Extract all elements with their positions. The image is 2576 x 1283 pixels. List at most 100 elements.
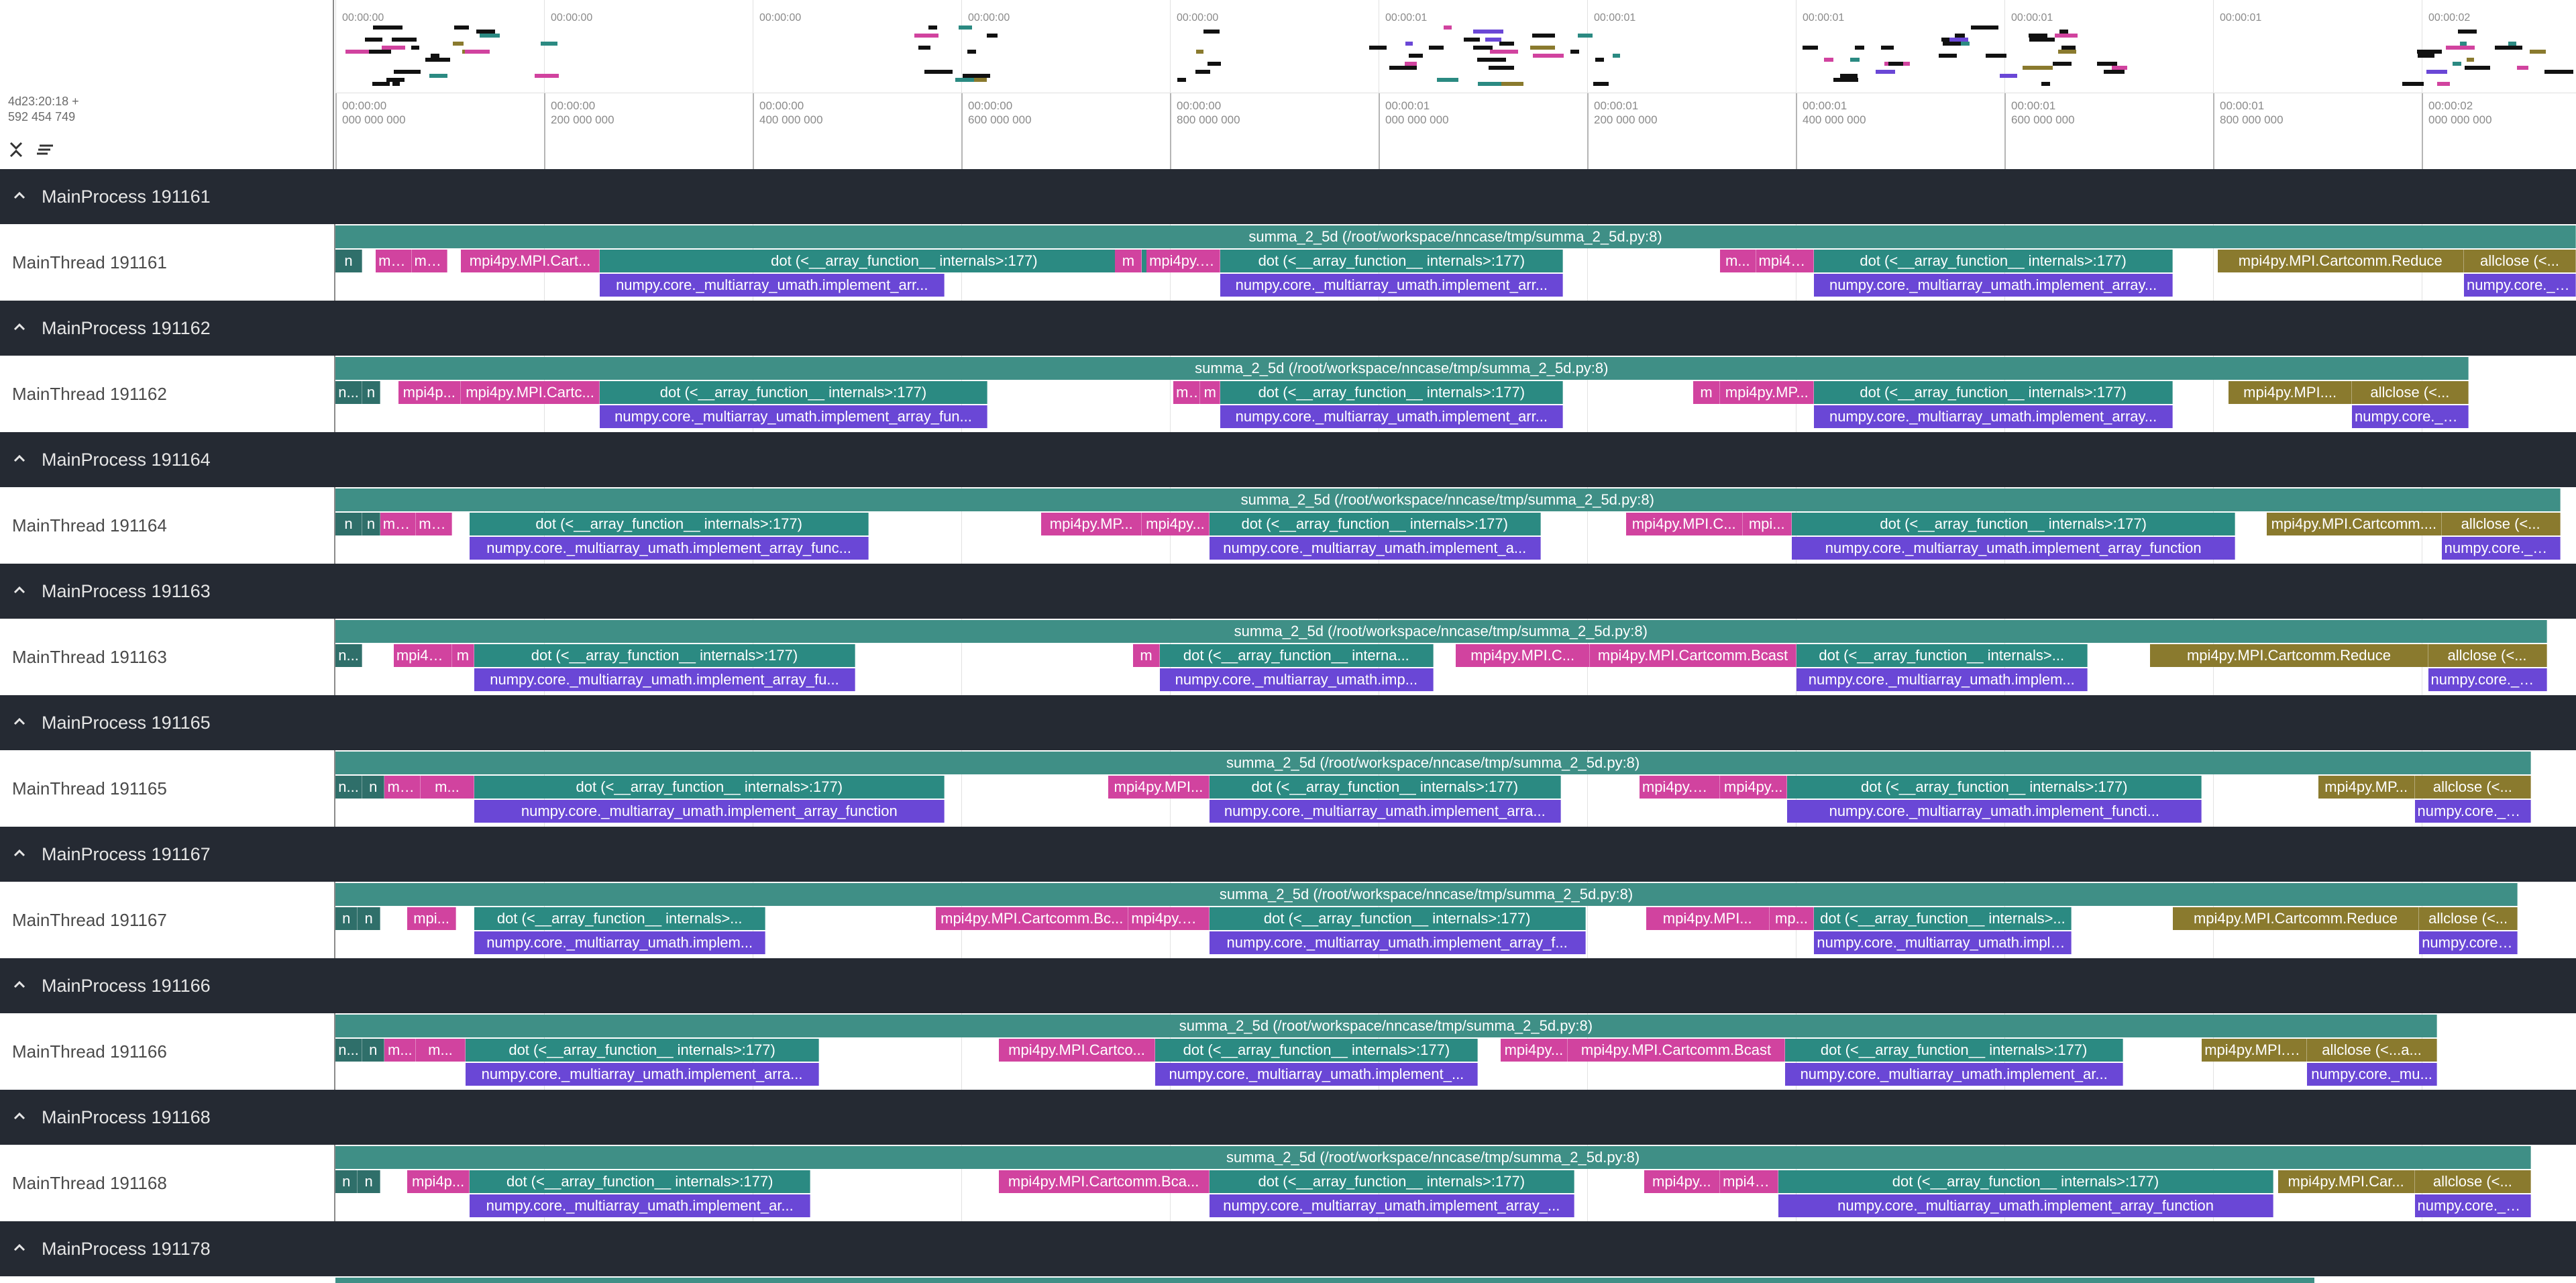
slice-area[interactable]: summa_2_5d (/root/workspace/nncase/tmp/s…: [335, 1013, 2576, 1090]
chevron-up-icon[interactable]: [12, 1107, 32, 1128]
trace-slice[interactable]: allclose (<...: [2428, 644, 2547, 667]
trace-slice[interactable]: mpi4py.MPI.Cartcomm.Bcast: [1568, 1039, 1785, 1062]
trace-slice[interactable]: mpi4py.MPI.Cartc...: [461, 381, 600, 404]
trace-slice[interactable]: mp...: [384, 776, 421, 799]
trace-slice[interactable]: m...: [384, 1039, 417, 1062]
trace-slice[interactable]: mpi4py.MPI.C...: [1456, 644, 1591, 667]
trace-slice[interactable]: mpi4py...: [1500, 1039, 1568, 1062]
trace-slice[interactable]: numpy.core._...: [2419, 931, 2518, 954]
trace-slice[interactable]: mpi4p...: [407, 1170, 470, 1193]
trace-slice[interactable]: mpi4py.MPI.Cartco...: [998, 1039, 1156, 1062]
trace-slice[interactable]: mpi4p...: [1720, 1170, 1778, 1193]
trace-slice[interactable]: m: [1200, 381, 1221, 404]
trace-slice[interactable]: m...: [416, 1039, 466, 1062]
chevron-up-icon[interactable]: [12, 1239, 32, 1260]
trace-slice[interactable]: mpi4py.MPI.Cartcomm.Bc...: [936, 907, 1129, 930]
trace-slice[interactable]: mpi...: [1742, 513, 1792, 535]
trace-slice[interactable]: mpi...: [407, 907, 457, 930]
trace-slice[interactable]: numpy.core._m...: [2428, 668, 2547, 691]
trace-slice[interactable]: mpi4py.M...: [1146, 250, 1221, 272]
process-header[interactable]: MainProcess 191163: [0, 564, 2576, 619]
process-header[interactable]: MainProcess 191178: [0, 1221, 2576, 1276]
trace-slice[interactable]: mpi4py.M...: [1639, 776, 1721, 799]
trace-slice[interactable]: n...: [335, 381, 363, 404]
trace-slice[interactable]: mpi4py.MPI.Cartcomm.Reduce: [2217, 250, 2464, 272]
trace-slice[interactable]: numpy.core._multiarray_umath.implem...: [474, 931, 766, 954]
trace-slice[interactable]: numpy.core._multiarray_umath.implement_a…: [600, 405, 987, 428]
trace-slice[interactable]: mpi4p...: [398, 381, 462, 404]
trace-slice[interactable]: dot (<__array_function__ internals>:177): [1778, 1170, 2274, 1193]
trace-slice[interactable]: allclose (<...a...: [2307, 1039, 2437, 1062]
trace-slice[interactable]: mpi4py.M...: [1128, 907, 1210, 930]
trace-slice[interactable]: mpi4py...: [1756, 250, 1815, 272]
trace-slice[interactable]: numpy.core._multiarray_umath.imp...: [1160, 668, 1434, 691]
slice-area[interactable]: summa_2_5d (/root/workspace/nncase/tmp/s…: [335, 356, 2576, 432]
slice-area[interactable]: summa_2_5d (/root/workspace/nncase/tmp/s…: [335, 1145, 2576, 1221]
slice-area[interactable]: summa_2_5d (/root/workspace/nncase/tmp/s…: [335, 224, 2576, 301]
trace-slice[interactable]: n...: [335, 1039, 363, 1062]
trace-slice[interactable]: mpi4py.MP...: [1720, 381, 1815, 404]
trace-slice[interactable]: numpy.core._multiarray_umath.implement_a…: [1814, 274, 2173, 297]
chevron-up-icon[interactable]: [12, 713, 32, 733]
trace-slice[interactable]: mpi4py...: [1720, 776, 1788, 799]
process-header[interactable]: MainProcess 191164: [0, 432, 2576, 487]
slice-area[interactable]: summa_2_5d (/root/workspace/nncase/tmp/s…: [335, 619, 2576, 695]
trace-slice[interactable]: dot (<__array_function__ internals>:177): [1787, 776, 2202, 799]
trace-slice[interactable]: numpy.core._multiarray_umath.implem...: [1796, 668, 2088, 691]
trace-slice[interactable]: numpy.core._multiarray_umath.implement_f…: [1787, 800, 2202, 823]
trace-slice[interactable]: mpi4py.MPI.C...: [2202, 1039, 2308, 1062]
trace-slice[interactable]: summa_2_5d (/root/workspace/nncase/tmp/s…: [335, 225, 2576, 248]
trace-slice[interactable]: summa_2_5d (/root/workspace/nncase/tmp/s…: [335, 883, 2518, 906]
trace-slice[interactable]: dot (<__array_function__ internals>:177): [465, 1039, 820, 1062]
trace-slice[interactable]: n: [362, 1039, 385, 1062]
trace-slice[interactable]: mp...: [416, 513, 452, 535]
slice-area[interactable]: summa_2_5d (/root/workspace/nncase/tmp/s…: [335, 750, 2576, 827]
trace-slice[interactable]: numpy.core._multiarray_umath.implement_a…: [470, 537, 869, 560]
process-header[interactable]: MainProcess 191165: [0, 695, 2576, 750]
trace-slice[interactable]: mpi4py.MPI.Cart...: [461, 250, 600, 272]
trace-slice[interactable]: n: [358, 1170, 380, 1193]
trace-slice[interactable]: numpy.core._multiarray_umath.implement_a…: [1220, 274, 1564, 297]
trace-slice[interactable]: numpy.core._multiarray_umath.implement_a…: [474, 668, 855, 691]
trace-slice[interactable]: n: [335, 907, 358, 930]
trace-slice[interactable]: dot (<__array_function__ internals>:177): [600, 381, 987, 404]
trace-slice[interactable]: mpi4p...: [393, 644, 452, 667]
trace-slice[interactable]: mp...: [1769, 907, 1815, 930]
trace-slice[interactable]: allclose (<...: [2414, 1170, 2532, 1193]
trace-slice[interactable]: n: [358, 907, 380, 930]
trace-slice[interactable]: mpi4py.MPI.Car...: [2277, 1170, 2415, 1193]
trace-slice[interactable]: numpy.core._mu...: [2307, 1063, 2437, 1086]
trace-slice[interactable]: mpi4py.MPI.C...: [1625, 513, 1743, 535]
trace-slice[interactable]: dot (<__array_function__ internals>:177): [1220, 250, 1564, 272]
trace-slice[interactable]: n...: [335, 644, 363, 667]
trace-slice[interactable]: numpy.core._m...: [2414, 800, 2532, 823]
trace-slice[interactable]: m: [1133, 644, 1161, 667]
trace-slice[interactable]: n: [335, 250, 363, 272]
process-header[interactable]: MainProcess 191168: [0, 1090, 2576, 1145]
trace-slice[interactable]: mpi4py.MP...: [2318, 776, 2415, 799]
trace-slice[interactable]: numpy.core._multiarray_umath.implement_a…: [1220, 405, 1564, 428]
trace-slice[interactable]: dot (<__array_function__ internals>:177): [1209, 1170, 1574, 1193]
trace-slice[interactable]: dot (<__array_function__ internals>:177): [1792, 513, 2236, 535]
trace-slice[interactable]: dot (<__array_function__ interna...: [1160, 644, 1434, 667]
chevron-up-icon[interactable]: [12, 187, 32, 207]
trace-slice[interactable]: summa_2_5d (/root/workspace/nncase/tmp/s…: [335, 620, 2547, 643]
trace-slice[interactable]: summa_2_5d (/root/workspace/nncase/tmp/s…: [335, 752, 2532, 774]
trace-slice[interactable]: n...: [335, 776, 363, 799]
trace-slice[interactable]: mpi4py...: [1142, 513, 1210, 535]
trace-slice[interactable]: numpy.core._multiarray_umath.implement_a…: [1209, 537, 1541, 560]
trace-slice[interactable]: n: [335, 1170, 358, 1193]
trace-slice[interactable]: dot (<__array_function__ internals>:177): [1220, 381, 1564, 404]
trace-slice[interactable]: mpi4py.MPI.Cartcomm....: [2267, 513, 2442, 535]
trace-slice[interactable]: summa_2_5d (/root/workspace/nncase/tmp/s…: [335, 489, 2561, 511]
trace-slice[interactable]: dot (<__array_function__ internals>:177): [1155, 1039, 1479, 1062]
timeline-overview[interactable]: 00:00:00 00:00:00 00:00:00 00:00:00 00:00:00…: [335, 0, 2576, 93]
trace-slice[interactable]: mp...: [411, 250, 447, 272]
trace-slice[interactable]: numpy.core._multiarray_umath.implement_.…: [1155, 1063, 1479, 1086]
collapse-all-icon[interactable]: [4, 140, 28, 164]
trace-slice[interactable]: m: [1693, 381, 1721, 404]
trace-slice[interactable]: m...: [1720, 250, 1756, 272]
process-header[interactable]: MainProcess 191166: [0, 958, 2576, 1013]
trace-slice[interactable]: summa_2_5d (/root/workspace/nncase/tmp/s…: [335, 1015, 2437, 1037]
trace-slice[interactable]: n: [362, 381, 380, 404]
